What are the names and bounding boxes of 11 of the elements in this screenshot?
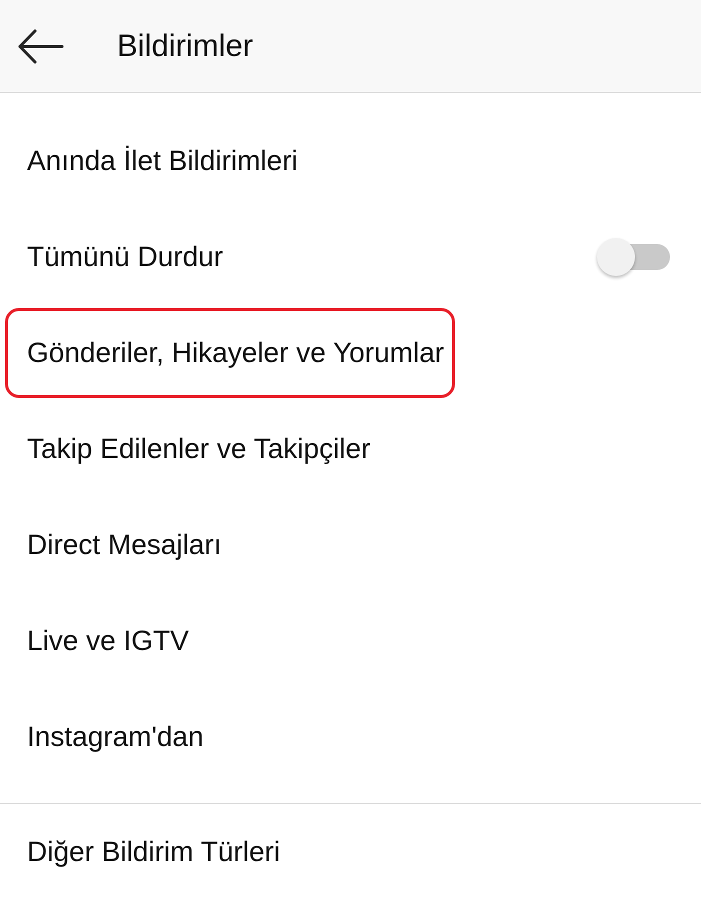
- page-title: Bildirimler: [117, 28, 254, 64]
- menu-item[interactable]: Instagram'dan: [5, 692, 215, 782]
- menu-item[interactable]: Diğer Bildirim Türleri: [5, 807, 292, 897]
- menu-item[interactable]: Live ve IGTV: [5, 596, 200, 686]
- back-arrow-icon[interactable]: [17, 28, 64, 64]
- menu-item[interactable]: Anında İlet Bildirimleri: [5, 116, 309, 206]
- menu-item[interactable]: Tümünü Durdur: [5, 212, 234, 302]
- menu-item[interactable]: Direct Mesajları: [5, 500, 232, 590]
- menu-item[interactable]: Gönderiler, Hikayeler ve Yorumlar: [5, 308, 456, 398]
- menu-item[interactable]: Takip Edilenler ve Takipçiler: [5, 404, 382, 494]
- toggle-switch[interactable]: [597, 237, 670, 277]
